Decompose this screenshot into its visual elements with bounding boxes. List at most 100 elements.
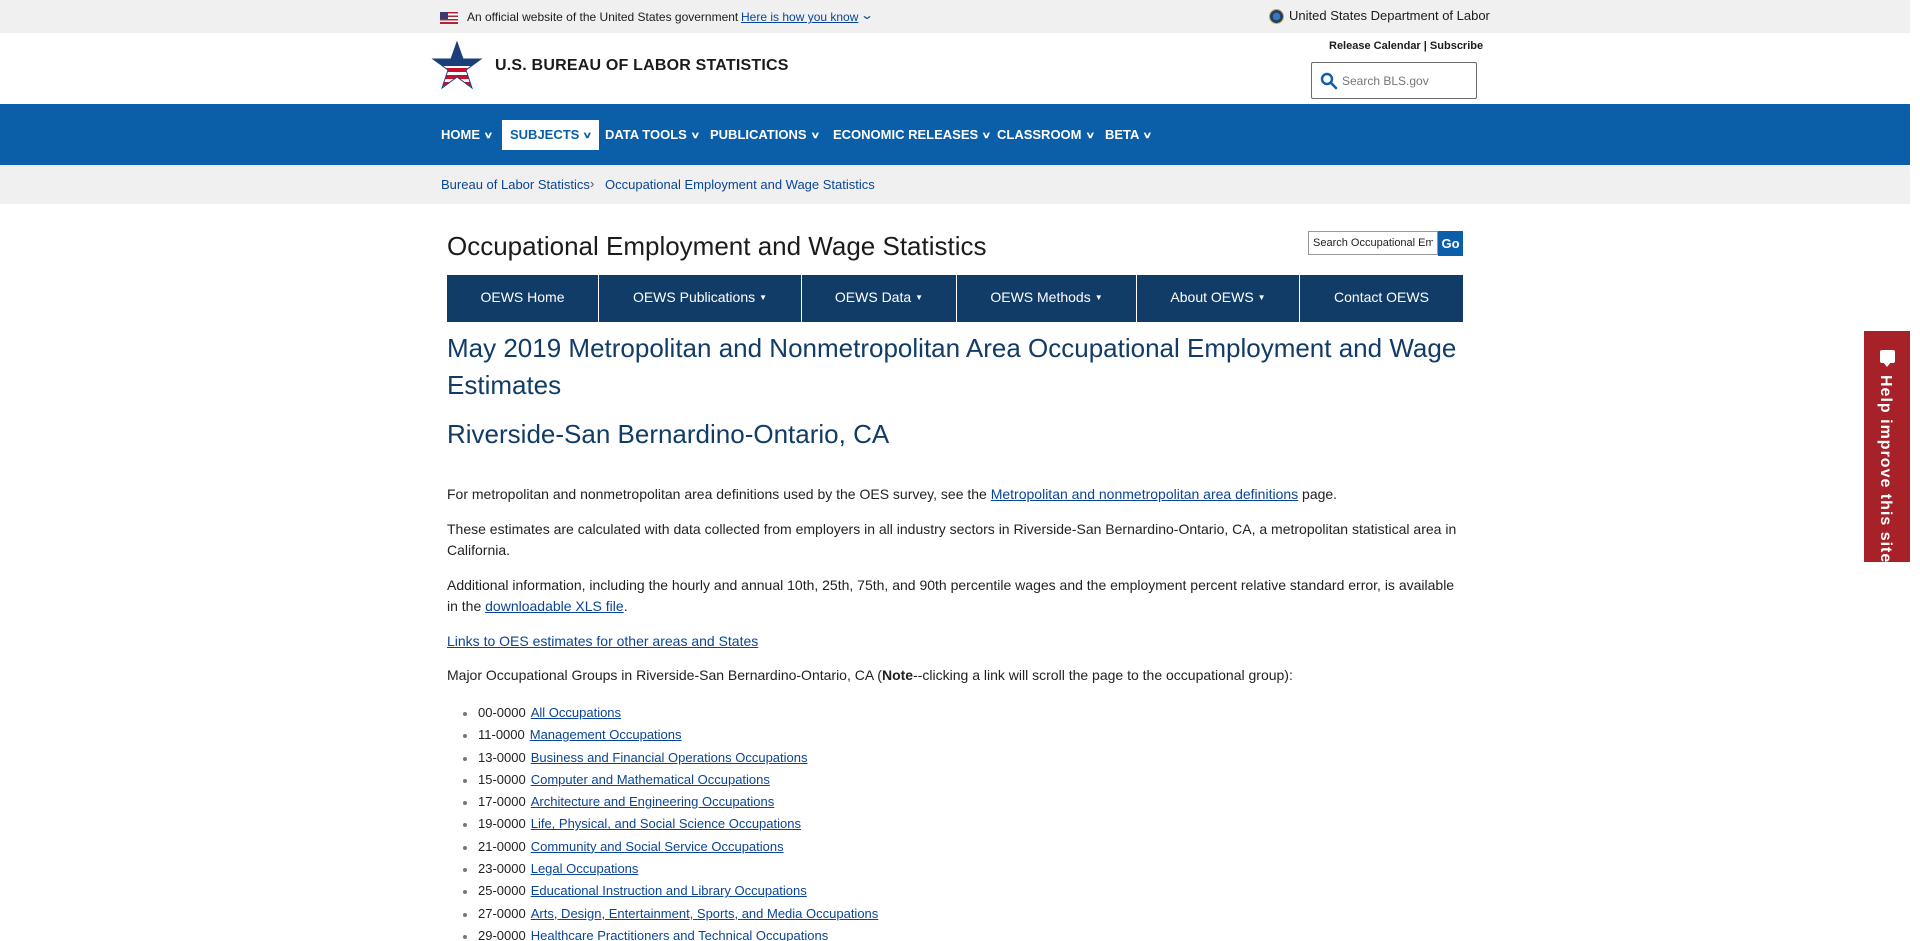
gov-banner: An official website of the United States… <box>0 0 1910 33</box>
chevron-down-icon: ∨ <box>809 130 820 140</box>
list-item: 15-0000 Computer and Mathematical Occupat… <box>463 769 878 791</box>
occupation-link[interactable]: Community and Social Service Occupations <box>531 839 784 854</box>
subnav-label: OEWS Methods <box>990 289 1091 305</box>
occupation-code: 17-0000 <box>478 794 526 810</box>
groups-intro-paragraph: Major Occupational Groups in Riverside-S… <box>447 665 1467 686</box>
list-item: 00-0000 All Occupations <box>463 702 878 724</box>
definitions-paragraph: For metropolitan and nonmetropolitan are… <box>447 484 1467 505</box>
caret-down-icon: ▼ <box>1257 293 1266 302</box>
how-you-know-link[interactable]: Here is how you know <box>741 10 858 24</box>
list-item: 13-0000 Business and Financial Operations… <box>463 747 878 769</box>
nav-data-tools[interactable]: DATA TOOLS ∨ <box>597 120 706 150</box>
other-areas-paragraph: Links to OES estimates for other areas a… <box>447 631 1467 652</box>
nav-economic-releases-label: ECONOMIC RELEASES <box>833 127 979 142</box>
nav-home-label: HOME <box>441 127 480 142</box>
occupation-code: 27-0000 <box>478 905 526 921</box>
subnav-label: OEWS Home <box>480 289 565 305</box>
occupation-code: 29-0000 <box>478 927 526 941</box>
occupation-link[interactable]: Educational Instruction and Library Occu… <box>531 883 807 898</box>
main-nav: HOME ∨ SUBJECTS ∨ DATA TOOLS ∨ PUBLICATIONS… <box>0 104 1910 165</box>
list-item: 23-0000 Legal Occupations <box>463 858 878 880</box>
occupation-link[interactable]: All Occupations <box>531 705 621 720</box>
occupation-link[interactable]: Legal Occupations <box>531 861 639 876</box>
subnav-label: OEWS Data <box>834 289 912 305</box>
program-sub-nav: OEWS Home OEWS Publications ▼ OEWS Data ▼ … <box>447 275 1463 322</box>
nav-classroom[interactable]: CLASSROOM ∨ <box>989 120 1101 150</box>
occupation-link[interactable]: Management Occupations <box>530 727 682 742</box>
subnav-label: About OEWS <box>1170 289 1254 305</box>
occupation-code: 25-0000 <box>478 883 526 899</box>
list-item: 11-0000 Management Occupations <box>463 724 878 746</box>
subnav-oews-publications[interactable]: OEWS Publications ▼ <box>599 275 802 322</box>
nav-subjects[interactable]: SUBJECTS ∨ <box>502 120 599 150</box>
estimates-paragraph: These estimates are calculated with data… <box>447 521 1457 558</box>
subnav-oews-methods[interactable]: OEWS Methods ▼ <box>957 275 1137 322</box>
paragraph-text: . <box>623 598 628 614</box>
bls-star-logo-icon[interactable] <box>431 38 483 92</box>
subnav-oews-data[interactable]: OEWS Data ▼ <box>802 275 957 322</box>
paragraph-text: Major Occupational Groups in Riverside-S… <box>447 667 882 683</box>
chevron-down-icon: ∨ <box>1084 130 1095 140</box>
occupation-code: 19-0000 <box>478 816 526 832</box>
list-item: 25-0000 Educational Instruction and Libra… <box>463 880 878 902</box>
occupation-code: 23-0000 <box>478 861 526 877</box>
program-title: Occupational Employment and Wage Statist… <box>447 231 987 261</box>
occupation-code: 00-0000 <box>478 705 526 720</box>
occupation-link[interactable]: Architecture and Engineering Occupations <box>531 794 775 809</box>
xls-file-link[interactable]: downloadable XLS file <box>485 598 624 614</box>
subnav-label: Contact OEWS <box>1334 289 1429 305</box>
occupation-code: 11-0000 <box>478 727 525 743</box>
site-title[interactable]: U.S. BUREAU OF LABOR STATISTICS <box>495 57 789 75</box>
note-label: Note <box>881 667 914 683</box>
nav-data-tools-label: DATA TOOLS <box>605 127 687 142</box>
occupation-link[interactable]: Computer and Mathematical Occupations <box>531 772 770 787</box>
chevron-down-icon: ∨ <box>582 130 593 140</box>
subnav-about-oews[interactable]: About OEWS ▼ <box>1137 275 1300 322</box>
occupation-link[interactable]: Arts, Design, Entertainment, Sports, and… <box>531 906 879 921</box>
list-item: 17-0000 Architecture and Engineering Occu… <box>463 791 878 813</box>
paragraph-text: For metropolitan and nonmetropolitan are… <box>447 486 991 502</box>
occupation-link[interactable]: Life, Physical, and Social Science Occup… <box>531 816 801 831</box>
program-search-input[interactable] <box>1308 231 1438 255</box>
area-heading: Riverside-San Bernardino-Ontario, CA <box>447 419 890 449</box>
occupation-code: 13-0000 <box>478 749 526 765</box>
subnav-contact-oews[interactable]: Contact OEWS <box>1300 275 1463 322</box>
site-search-box[interactable] <box>1311 62 1477 99</box>
paragraph-text: --clicking a link will scroll the page t… <box>913 667 1293 683</box>
subscribe-link[interactable]: Subscribe <box>1430 40 1483 52</box>
chevron-down-icon[interactable]: ⌄ <box>860 8 874 22</box>
breadcrumb-home-link[interactable]: Bureau of Labor Statistics <box>441 177 590 192</box>
dol-seal-icon <box>1269 9 1284 24</box>
chevron-down-icon: ∨ <box>690 130 701 140</box>
nav-beta[interactable]: BETA ∨ <box>1097 120 1159 150</box>
nav-home[interactable]: HOME ∨ <box>433 120 500 150</box>
additional-info-paragraph: Additional information, including the ho… <box>447 575 1467 617</box>
nav-publications-label: PUBLICATIONS <box>710 127 807 142</box>
program-search-go-button[interactable]: Go <box>1438 231 1463 256</box>
feedback-tab[interactable]: Help improve this site <box>1864 331 1910 564</box>
utility-separator: | <box>1423 40 1427 52</box>
caret-down-icon: ▼ <box>1094 293 1103 302</box>
nav-publications[interactable]: PUBLICATIONS ∨ <box>702 120 826 150</box>
subnav-label: OEWS Publications <box>632 289 756 305</box>
page-heading: May 2019 Metropolitan and Nonmetropolita… <box>447 333 1457 400</box>
site-search-input[interactable] <box>1342 71 1470 91</box>
area-definitions-link[interactable]: Metropolitan and nonmetropolitan area de… <box>991 486 1298 502</box>
nav-classroom-label: CLASSROOM <box>997 127 1082 142</box>
occupation-link[interactable]: Healthcare Practitioners and Technical O… <box>531 928 828 941</box>
department-of-labor-link[interactable]: United States Department of Labor <box>1289 8 1490 23</box>
chevron-down-icon: ∨ <box>483 130 494 140</box>
subnav-oews-home[interactable]: OEWS Home <box>447 275 599 322</box>
other-areas-link[interactable]: Links to OES estimates for other areas a… <box>447 633 758 649</box>
official-website-text: An official website of the United States… <box>467 10 739 24</box>
search-icon[interactable] <box>1320 72 1338 90</box>
occupation-link[interactable]: Business and Financial Operations Occupa… <box>531 750 808 765</box>
list-item: 29-0000 Healthcare Practitioners and Tech… <box>463 925 878 941</box>
list-item: 21-0000 Community and Social Service Occu… <box>463 836 878 858</box>
breadcrumb-current-link[interactable]: Occupational Employment and Wage Statist… <box>605 177 875 192</box>
occupational-groups-list: 00-0000 All Occupations 11-0000 Management… <box>463 702 878 941</box>
us-flag-icon <box>440 12 458 24</box>
release-calendar-link[interactable]: Release Calendar <box>1329 40 1421 52</box>
feedback-label: Help improve this site <box>1877 375 1894 564</box>
nav-economic-releases[interactable]: ECONOMIC RELEASES ∨ <box>825 120 998 150</box>
